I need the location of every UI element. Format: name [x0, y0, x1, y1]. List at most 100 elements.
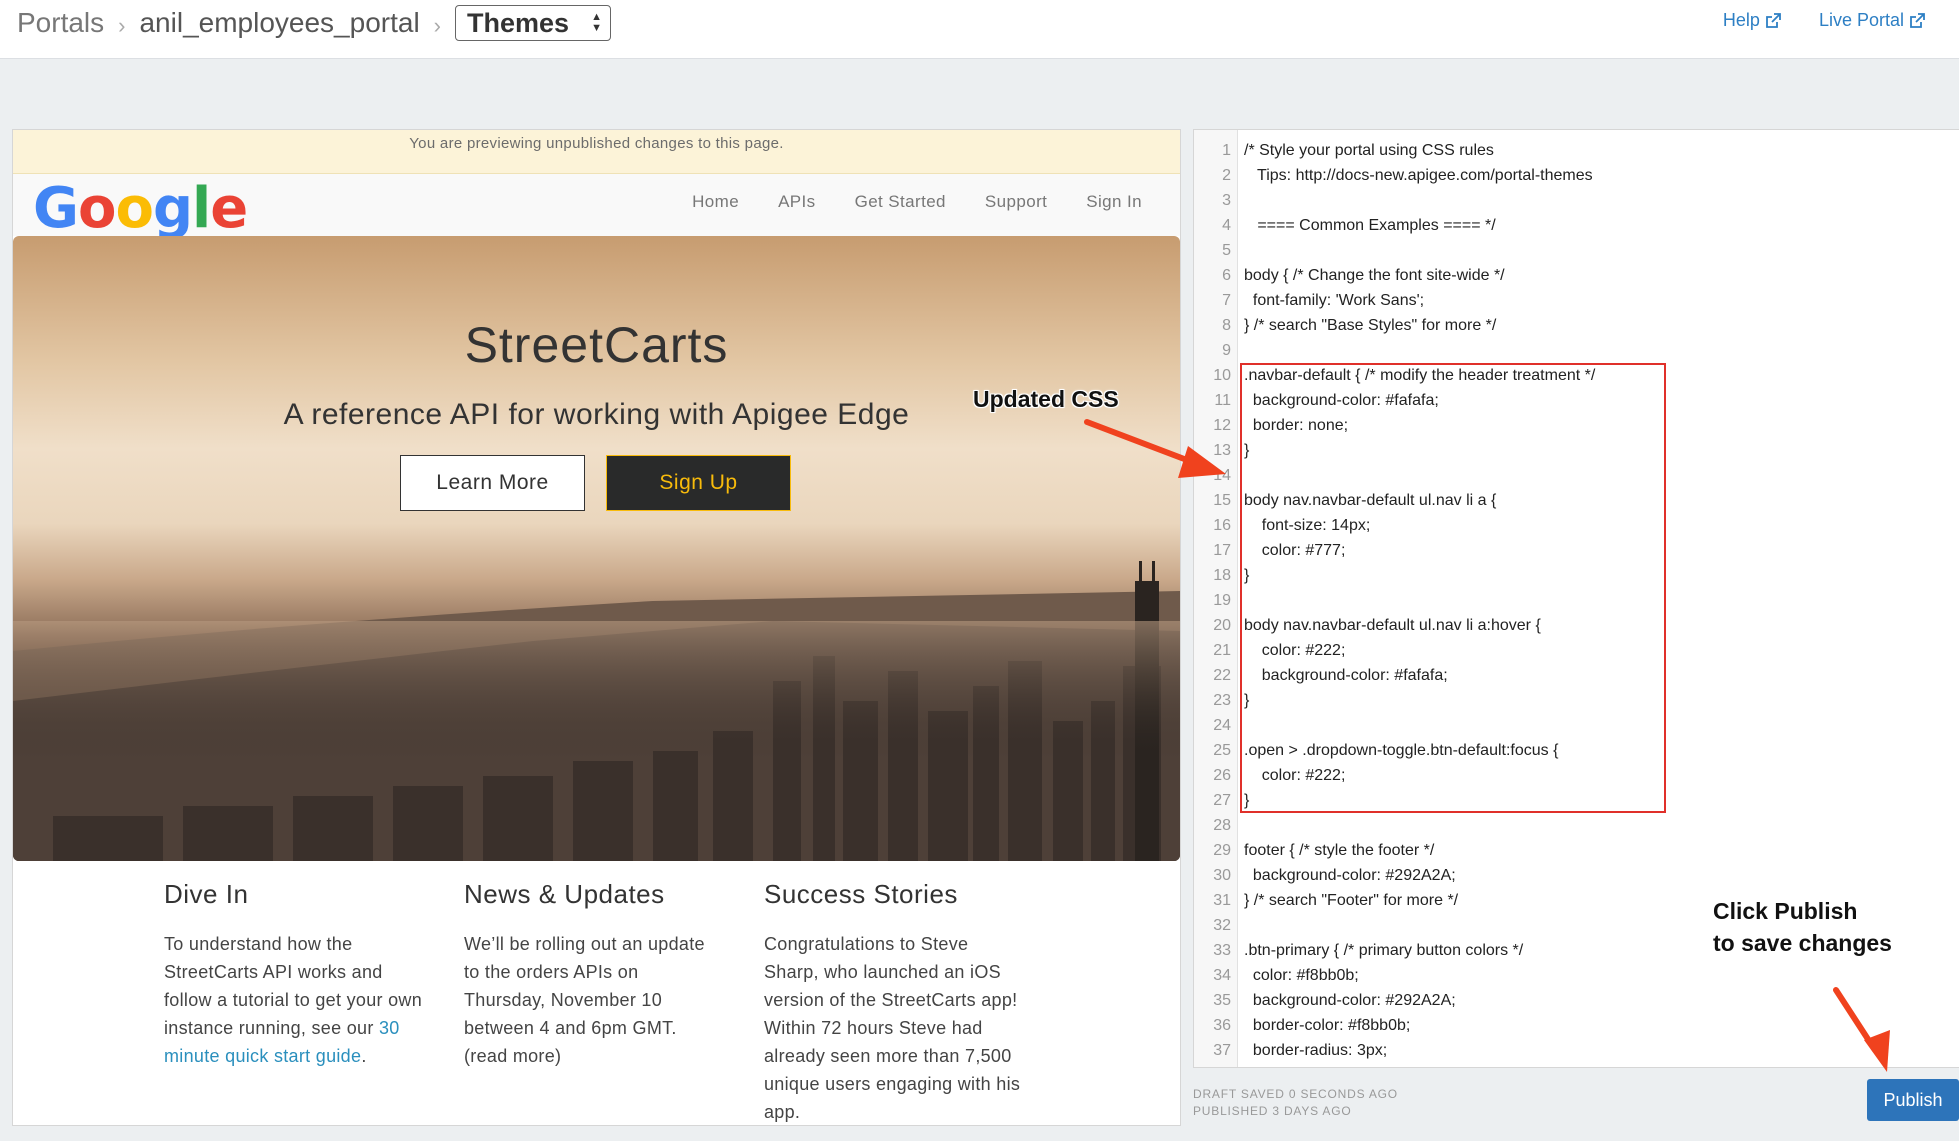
breadcrumb-portal-name[interactable]: anil_employees_portal	[139, 7, 419, 39]
nav-get-started[interactable]: Get Started	[855, 192, 946, 212]
code-line[interactable]: background-color: #292A2A;	[1244, 988, 1595, 1013]
line-number: 37	[1213, 1042, 1231, 1059]
portal-preview: You are previewing unpublished changes t…	[12, 129, 1181, 1126]
news-updates-title: News & Updates	[464, 879, 665, 909]
published-status: PUBLISHED 3 DAYS AGO	[1193, 1104, 1352, 1118]
save-status: DRAFT SAVED 0 SECONDS AGO PUBLISHED 3 DA…	[1193, 1086, 1398, 1120]
line-number: 20	[1213, 617, 1231, 634]
line-number: 26	[1213, 767, 1231, 784]
breadcrumb-portals[interactable]: Portals	[17, 7, 104, 39]
line-number: 35	[1213, 992, 1231, 1009]
code-line[interactable]	[1244, 338, 1595, 363]
sign-up-button[interactable]: Sign Up	[606, 455, 791, 511]
line-number: 7	[1222, 292, 1231, 309]
code-line[interactable]: color: #f8bb0b;	[1244, 963, 1595, 988]
live-portal-link[interactable]: Live Portal	[1819, 10, 1925, 31]
top-links: Help Live Portal	[1723, 10, 1925, 31]
external-link-icon	[1766, 12, 1781, 28]
help-link[interactable]: Help	[1723, 10, 1781, 31]
code-line[interactable]	[1244, 188, 1595, 213]
line-number: 17	[1213, 542, 1231, 559]
news-updates-text: We’ll be rolling out an update to the or…	[464, 934, 705, 1066]
external-link-icon	[1910, 12, 1925, 28]
line-number: 14	[1213, 467, 1231, 484]
nav-apis[interactable]: APIs	[778, 192, 816, 212]
line-number: 33	[1213, 942, 1231, 959]
code-line[interactable]	[1244, 238, 1595, 263]
hero-title: StreetCarts	[464, 317, 729, 373]
google-logo[interactable]: Google	[33, 176, 248, 241]
logo-letter: e	[210, 176, 248, 241]
code-line[interactable]: } /* search "Footer" for more */	[1244, 888, 1595, 913]
dive-in-column: Dive In To understand how the StreetCart…	[164, 879, 424, 1070]
nav-home[interactable]: Home	[692, 192, 739, 212]
live-portal-link-label: Live Portal	[1818, 10, 1904, 30]
line-number: 28	[1213, 817, 1231, 834]
click-publish-line-2: to save changes	[1713, 930, 1892, 956]
select-arrows-icon: ▲ ▼	[591, 11, 602, 34]
logo-letter: l	[192, 176, 211, 241]
line-number: 19	[1213, 592, 1231, 609]
line-number: 2	[1222, 167, 1231, 184]
city-skyline-image	[13, 561, 1180, 861]
code-line[interactable]	[1244, 913, 1595, 938]
code-line[interactable]: border-color: #f8bb0b;	[1244, 1013, 1595, 1038]
help-link-label: Help	[1722, 10, 1760, 30]
code-line[interactable]: Tips: http://docs-new.apigee.com/portal-…	[1244, 163, 1595, 188]
line-number: 10	[1213, 367, 1231, 384]
breadcrumb: Portals › anil_employees_portal › Themes…	[17, 0, 611, 46]
line-number: 21	[1213, 642, 1231, 659]
line-number: 8	[1222, 317, 1231, 334]
line-number: 18	[1213, 567, 1231, 584]
line-number: 31	[1213, 892, 1231, 909]
line-number: 6	[1222, 267, 1231, 284]
draft-saved-status: DRAFT SAVED 0 SECONDS AGO	[1193, 1087, 1398, 1101]
line-number: 9	[1222, 342, 1231, 359]
click-publish-callout: Click Publish to save changes	[1713, 895, 1892, 959]
code-line[interactable]: body { /* Change the font site-wide */	[1244, 263, 1595, 288]
line-number: 23	[1213, 692, 1231, 709]
success-stories-column: Success Stories Congratulations to Steve…	[764, 879, 1024, 1125]
updated-css-callout: Updated CSS	[973, 386, 1119, 412]
success-stories-title: Success Stories	[764, 879, 958, 909]
portal-navbar: Google Home APIs Get Started Support Sig…	[13, 174, 1180, 241]
line-number-gutter: 1 2 3 4 5 6 7 8 9 10 11 12 13 14 15 16 17 18 19 20 21 22 23 24 2…	[1194, 130, 1238, 1067]
dive-in-text: To understand how the StreetCarts API wo…	[164, 930, 424, 1070]
dive-in-text-end: .	[361, 1046, 367, 1066]
code-line[interactable]: background-color: #292A2A;	[1244, 863, 1595, 888]
line-number: 12	[1213, 417, 1231, 434]
line-number: 13	[1213, 442, 1231, 459]
line-number: 22	[1213, 667, 1231, 684]
preview-banner: You are previewing unpublished changes t…	[13, 130, 1180, 174]
line-number: 1	[1222, 142, 1231, 159]
nav-sign-in[interactable]: Sign In	[1086, 192, 1142, 212]
code-line[interactable]: ==== Common Examples ==== */	[1244, 213, 1595, 238]
line-number: 11	[1214, 392, 1231, 409]
portal-nav-links: Home APIs Get Started Support Sign In	[692, 192, 1142, 212]
line-number: 15	[1213, 492, 1231, 509]
section-select[interactable]: Themes ▲ ▼	[455, 5, 611, 41]
code-line[interactable]: } /* search "Base Styles" for more */	[1244, 313, 1595, 338]
logo-letter: o	[115, 176, 153, 241]
news-updates-column: News & Updates We’ll be rolling out an u…	[464, 879, 724, 1070]
dive-in-title: Dive In	[164, 879, 249, 909]
learn-more-button[interactable]: Learn More	[400, 455, 585, 511]
line-number: 32	[1213, 917, 1231, 934]
line-number: 36	[1213, 1017, 1231, 1034]
updated-css-highlight-box	[1240, 363, 1666, 813]
code-line[interactable]: .btn-primary { /* primary button colors …	[1244, 938, 1595, 963]
nav-support[interactable]: Support	[985, 192, 1047, 212]
code-line[interactable]: /* Style your portal using CSS rules	[1244, 138, 1595, 163]
publish-button[interactable]: Publish	[1867, 1079, 1959, 1121]
code-line[interactable]: footer { /* style the footer */	[1244, 838, 1595, 863]
line-number: 30	[1213, 867, 1231, 884]
chevron-right-icon: ›	[433, 13, 441, 38]
code-line[interactable]: font-family: 'Work Sans';	[1244, 288, 1595, 313]
logo-letter: G	[33, 176, 79, 241]
code-line[interactable]: border-radius: 3px;	[1244, 1038, 1595, 1063]
click-publish-line-1: Click Publish	[1713, 898, 1858, 924]
section-select-value: Themes	[467, 7, 570, 38]
code-line[interactable]	[1244, 813, 1595, 838]
top-bar: Portals › anil_employees_portal › Themes…	[0, 0, 1959, 59]
line-number: 5	[1222, 242, 1231, 259]
